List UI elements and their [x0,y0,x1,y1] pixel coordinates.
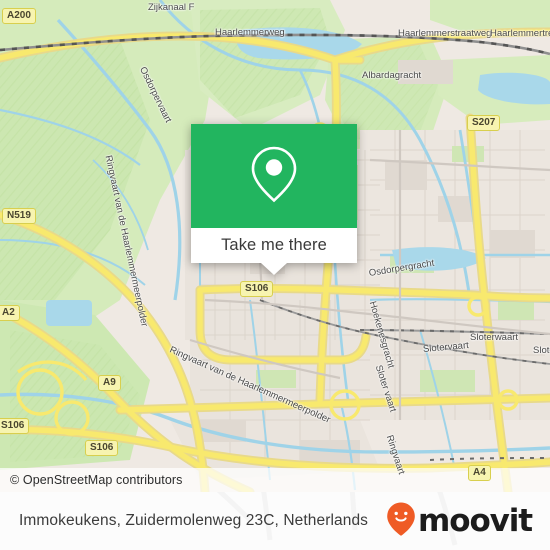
map-label: Haarlemmerweg [215,27,285,38]
map-label: Haarlemmertrekvaart [490,28,550,39]
map-pin-icon [248,143,300,210]
route-shield-a200: A200 [2,8,36,24]
map-canvas[interactable]: Zijkanaal F Haarlemmerweg Haarlemmerstraat… [0,0,550,492]
route-shield-s106: S106 [240,281,274,297]
map-label: Sloterv [533,345,550,356]
map-label: Haarlemmerstraatweg [398,28,492,39]
moovit-wordmark: moovit [418,502,533,539]
route-shield-s106: S106 [85,440,119,456]
moovit-pin-smiley-icon [386,501,416,542]
route-shield-a4: A4 [468,465,491,481]
location-info-card[interactable]: Take me there [191,124,357,275]
route-shield-s207: S207 [467,115,501,131]
map-label: Sloterwaart [470,332,519,343]
map-label: Albardagracht [362,70,422,81]
route-shield-a9: A9 [98,375,121,391]
page-title: Immokeukens, Zuidermolenweg 23C, Netherl… [19,512,369,529]
footer-bar: Immokeukens, Zuidermolenweg 23C, Netherl… [0,492,550,550]
attribution-text: © OpenStreetMap contributors [10,473,183,487]
card-cta-panel[interactable]: Take me there [191,228,357,263]
card-icon-panel [191,124,357,228]
route-shield-n519: N519 [2,208,36,224]
take-me-there-label: Take me there [221,236,327,254]
moovit-logo[interactable]: moovit [386,501,533,542]
map-label: Zijkanaal F [148,2,195,13]
card-pointer-arrow [261,263,287,275]
route-shield-a2: A2 [0,305,20,321]
route-shield-s106: S106 [0,418,30,434]
